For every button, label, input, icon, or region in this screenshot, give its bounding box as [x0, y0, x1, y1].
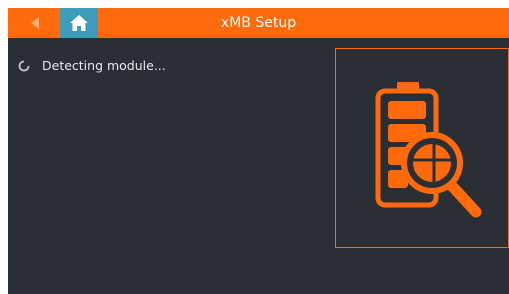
illustration-panel: [335, 48, 509, 248]
status-row: Detecting module...: [18, 58, 166, 73]
status-text: Detecting module...: [42, 58, 166, 73]
header-bar: xMB Setup: [8, 8, 509, 38]
back-arrow-icon: [31, 17, 39, 29]
loading-spinner-icon: [18, 59, 30, 71]
screen: xMB Setup Detecting module...: [0, 0, 509, 294]
home-icon: [70, 15, 88, 31]
back-button[interactable]: [16, 8, 56, 38]
home-button[interactable]: [60, 8, 98, 38]
main-content: Detecting module...: [8, 38, 509, 294]
battery-search-icon: [375, 82, 482, 218]
